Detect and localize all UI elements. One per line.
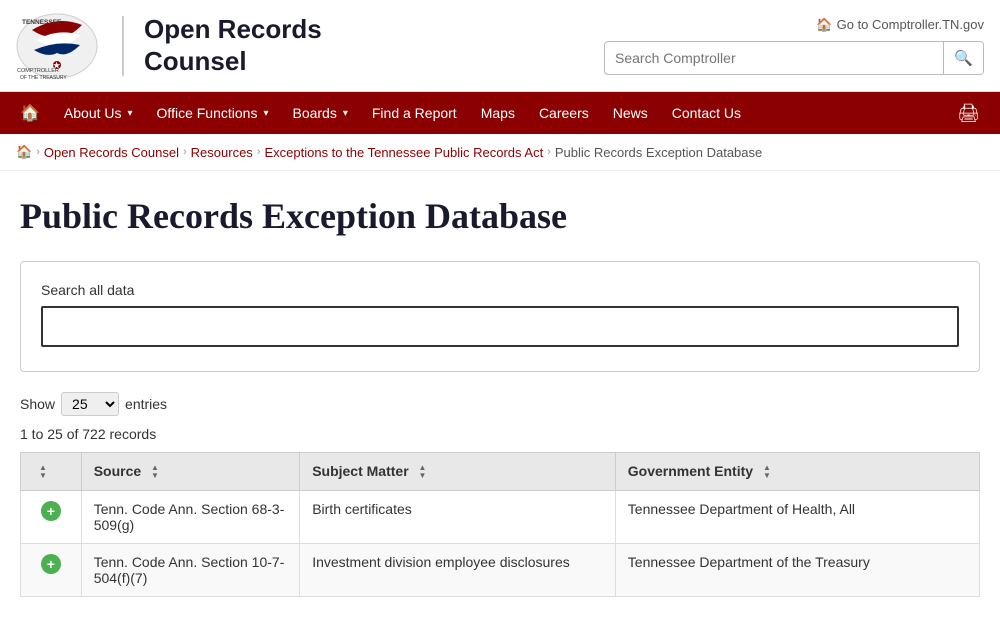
home-icon: 🏠 [816,17,832,33]
expand-cell: + [21,544,82,597]
breadcrumb-orc-link[interactable]: Open Records Counsel [44,145,179,160]
nav-news-label: News [613,105,648,121]
print-icon[interactable]: 🖨 [945,93,992,134]
logo-title-line1: Open Records [144,14,322,45]
col-header-subject[interactable]: Subject Matter ▲▼ [300,453,616,491]
nav-boards-label: Boards [292,105,336,121]
breadcrumb-orc-label: Open Records Counsel [44,145,179,160]
breadcrumb-current: Public Records Exception Database [555,145,762,160]
nav-home-button[interactable]: 🏠 [8,93,52,133]
source-cell: Tenn. Code Ann. Section 68-3-509(g) [81,491,300,544]
sort-arrows-icon: ▲▼ [151,464,159,480]
nav-careers-label: Careers [539,105,589,121]
gov-entity-cell: Tennessee Department of Health, All [615,491,979,544]
nav-office-functions-label: Office Functions [157,105,258,121]
search-all-input[interactable] [41,306,959,347]
breadcrumb: 🏠 › Open Records Counsel › Resources › E… [0,134,1000,171]
expand-button[interactable]: + [41,554,61,574]
table-row: + Tenn. Code Ann. Section 10-7-504(f)(7)… [21,544,980,597]
subject-cell: Birth certificates [300,491,616,544]
logo-divider [122,16,124,76]
show-entries-control: Show 25 50 100 entries [20,392,980,416]
nav-contact-us[interactable]: Contact Us [660,95,753,131]
nav-find-report-label: Find a Report [372,105,457,121]
search-panel: Search all data [20,261,980,372]
col-header-source[interactable]: Source ▲▼ [81,453,300,491]
show-label: Show [20,396,55,412]
logo-text: Open Records Counsel [144,14,322,76]
nav-maps[interactable]: Maps [469,95,527,131]
header-search-input[interactable] [605,43,943,73]
sort-arrows-icon: ▲▼ [763,464,771,480]
breadcrumb-home-link[interactable]: 🏠 [16,144,32,160]
logo-emblem: ★ TENNESSEE COMPTROLLER OF THE TREASURY [12,10,102,82]
page-title: Public Records Exception Database [20,195,980,237]
table-row: + Tenn. Code Ann. Section 68-3-509(g) Bi… [21,491,980,544]
header-search-bar: 🔍 [604,41,984,75]
source-cell: Tenn. Code Ann. Section 10-7-504(f)(7) [81,544,300,597]
nav-about-us[interactable]: About Us ▾ [52,95,145,131]
breadcrumb-resources-link[interactable]: Resources [191,145,253,160]
subject-cell: Investment division employee disclosures [300,544,616,597]
records-count: 1 to 25 of 722 records [20,426,980,442]
logo-title-line2: Counsel [144,46,322,77]
search-all-label: Search all data [41,282,959,298]
nav-about-us-label: About Us [64,105,122,121]
chevron-down-icon: ▾ [128,108,133,119]
svg-text:OF THE TREASURY: OF THE TREASURY [20,75,67,81]
col-gov-label: Government Entity [628,463,753,479]
expand-cell: + [21,491,82,544]
nav-boards[interactable]: Boards ▾ [280,95,359,131]
col-source-label: Source [94,463,141,479]
svg-text:COMPTROLLER: COMPTROLLER [17,68,59,74]
nav-maps-label: Maps [481,105,515,121]
expand-button[interactable]: + [41,501,61,521]
records-table: ▲▼ Source ▲▼ Subject Matter ▲▼ Governmen… [20,452,980,597]
svg-text:TENNESSEE: TENNESSEE [22,19,62,26]
breadcrumb-resources-label: Resources [191,145,253,160]
chevron-down-icon: ▾ [263,108,268,119]
entries-label: entries [125,396,167,412]
sort-arrows-icon: ▲▼ [419,464,427,480]
top-bar: ★ TENNESSEE COMPTROLLER OF THE TREASURY … [0,0,1000,92]
main-content: Public Records Exception Database Search… [0,171,1000,617]
breadcrumb-sep: › [183,146,187,158]
logo-area: ★ TENNESSEE COMPTROLLER OF THE TREASURY … [12,10,322,82]
sort-arrows-icon: ▲▼ [39,464,47,480]
header-search-button[interactable]: 🔍 [943,42,983,74]
col-subject-label: Subject Matter [312,463,408,479]
breadcrumb-sep: › [257,146,261,158]
chevron-down-icon: ▾ [343,108,348,119]
top-right: 🏠 Go to Comptroller.TN.gov 🔍 [604,17,984,75]
nav-contact-us-label: Contact Us [672,105,741,121]
breadcrumb-sep: › [36,146,40,158]
entries-select[interactable]: 25 50 100 [61,392,119,416]
breadcrumb-exceptions-link[interactable]: Exceptions to the Tennessee Public Recor… [264,145,543,160]
nav-find-report[interactable]: Find a Report [360,95,469,131]
nav-news[interactable]: News [601,95,660,131]
goto-comptroller-link[interactable]: 🏠 Go to Comptroller.TN.gov [816,17,984,33]
breadcrumb-exceptions-label: Exceptions to the Tennessee Public Recor… [264,145,543,160]
col-header-gov-entity[interactable]: Government Entity ▲▼ [615,453,979,491]
gov-entity-cell: Tennessee Department of the Treasury [615,544,979,597]
goto-label: Go to Comptroller.TN.gov [837,17,984,32]
main-nav: 🏠 About Us ▾ Office Functions ▾ Boards ▾… [0,92,1000,134]
nav-office-functions[interactable]: Office Functions ▾ [145,95,281,131]
nav-careers[interactable]: Careers [527,95,601,131]
col-header-expand: ▲▼ [21,453,82,491]
breadcrumb-sep: › [547,146,551,158]
